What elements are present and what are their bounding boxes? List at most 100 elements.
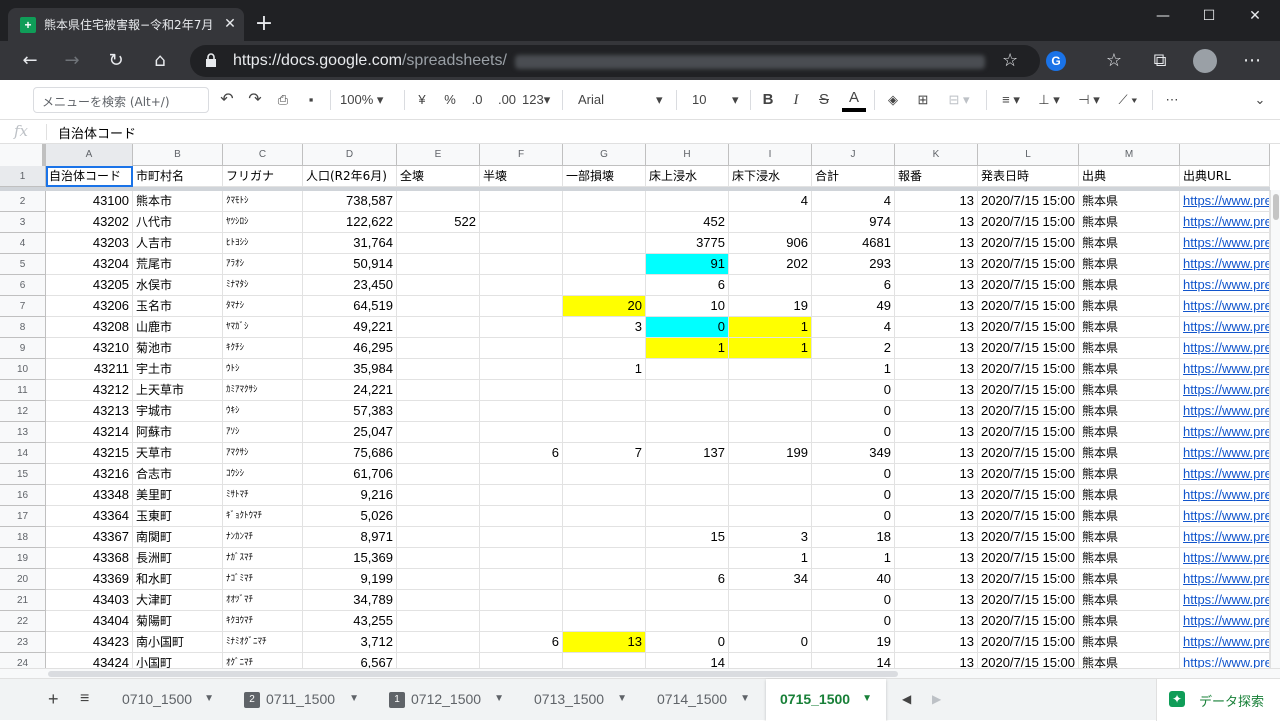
table-cell[interactable] bbox=[646, 548, 729, 569]
table-cell[interactable]: 9,216 bbox=[303, 485, 397, 506]
table-cell[interactable] bbox=[397, 422, 480, 443]
table-cell[interactable] bbox=[480, 380, 563, 401]
formula-input[interactable]: 自治体コード bbox=[58, 123, 136, 142]
home-icon[interactable]: ⌂ bbox=[146, 47, 174, 75]
row-header[interactable]: 24 bbox=[0, 653, 46, 669]
table-cell[interactable] bbox=[729, 380, 812, 401]
table-cell[interactable]: ﾔﾂｼﾛｼ bbox=[223, 212, 303, 233]
column-header[interactable]: A bbox=[46, 144, 133, 166]
table-cell[interactable]: 43368 bbox=[46, 548, 133, 569]
table-cell[interactable]: 0 bbox=[812, 506, 895, 527]
table-cell[interactable]: 13 bbox=[895, 317, 978, 338]
table-cell[interactable] bbox=[480, 359, 563, 380]
table-cell[interactable] bbox=[563, 380, 646, 401]
table-cell[interactable]: 3775 bbox=[646, 233, 729, 254]
table-cell[interactable]: 13 bbox=[563, 632, 646, 653]
table-cell[interactable]: 熊本県 bbox=[1079, 485, 1180, 506]
table-cell[interactable]: https://www.pre bbox=[1180, 653, 1270, 669]
table-cell[interactable] bbox=[563, 275, 646, 296]
table-cell[interactable]: 13 bbox=[895, 296, 978, 317]
table-cell[interactable]: 菊池市 bbox=[133, 338, 223, 359]
table-cell[interactable]: 43216 bbox=[46, 464, 133, 485]
table-cell[interactable]: 349 bbox=[812, 443, 895, 464]
table-cell[interactable]: 宇城市 bbox=[133, 401, 223, 422]
table-cell[interactable]: 13 bbox=[895, 191, 978, 212]
table-cell[interactable]: 13 bbox=[895, 233, 978, 254]
row-header[interactable]: 22 bbox=[0, 611, 46, 632]
menu-dots-icon[interactable]: ⋯ bbox=[1238, 47, 1266, 75]
table-cell[interactable]: 長洲町 bbox=[133, 548, 223, 569]
table-cell[interactable]: 人吉市 bbox=[133, 233, 223, 254]
avatar[interactable] bbox=[1193, 49, 1217, 73]
table-cell[interactable]: 6 bbox=[480, 632, 563, 653]
table-cell[interactable]: 2020/7/15 15:00 bbox=[978, 422, 1079, 443]
table-cell[interactable] bbox=[397, 653, 480, 669]
table-cell[interactable]: 202 bbox=[729, 254, 812, 275]
table-cell[interactable]: 43202 bbox=[46, 212, 133, 233]
table-cell[interactable]: 9,199 bbox=[303, 569, 397, 590]
table-cell[interactable]: ｶﾐｱﾏｸｻｼ bbox=[223, 380, 303, 401]
column-title[interactable]: 床下浸水 bbox=[729, 166, 812, 187]
chevron-down-icon[interactable]: ▼ bbox=[349, 679, 359, 719]
table-cell[interactable]: 293 bbox=[812, 254, 895, 275]
table-cell[interactable]: https://www.pre bbox=[1180, 296, 1270, 317]
table-cell[interactable]: 1 bbox=[729, 338, 812, 359]
table-cell[interactable] bbox=[729, 611, 812, 632]
table-cell[interactable]: 1 bbox=[563, 359, 646, 380]
table-cell[interactable] bbox=[729, 590, 812, 611]
table-cell[interactable]: 34,789 bbox=[303, 590, 397, 611]
table-cell[interactable]: 43206 bbox=[46, 296, 133, 317]
table-cell[interactable] bbox=[563, 212, 646, 233]
column-header[interactable]: K bbox=[895, 144, 978, 166]
bookmark-star-icon[interactable]: ☆ bbox=[1002, 50, 1018, 71]
table-cell[interactable]: 熊本県 bbox=[1079, 506, 1180, 527]
new-tab-button[interactable]: + bbox=[252, 12, 276, 36]
table-cell[interactable]: 熊本県 bbox=[1079, 317, 1180, 338]
sheet-tab[interactable]: 0710_1500 ▼ bbox=[108, 679, 228, 721]
table-cell[interactable] bbox=[397, 569, 480, 590]
table-cell[interactable] bbox=[397, 380, 480, 401]
more-options-button[interactable]: ⋯ bbox=[1160, 88, 1184, 112]
table-cell[interactable] bbox=[480, 422, 563, 443]
table-cell[interactable]: 0 bbox=[729, 632, 812, 653]
explore-button[interactable]: ✦ データ探索 bbox=[1156, 679, 1280, 721]
table-cell[interactable]: 2020/7/15 15:00 bbox=[978, 653, 1079, 669]
table-cell[interactable]: 熊本県 bbox=[1079, 422, 1180, 443]
table-cell[interactable]: 49,221 bbox=[303, 317, 397, 338]
table-cell[interactable]: 34 bbox=[729, 569, 812, 590]
table-cell[interactable] bbox=[563, 191, 646, 212]
table-cell[interactable]: https://www.pre bbox=[1180, 485, 1270, 506]
column-title[interactable]: 一部損壊 bbox=[563, 166, 646, 187]
table-cell[interactable]: 43205 bbox=[46, 275, 133, 296]
chevron-down-icon[interactable]: ▼ bbox=[204, 679, 214, 719]
table-cell[interactable]: 14 bbox=[646, 653, 729, 669]
table-cell[interactable]: 13 bbox=[895, 527, 978, 548]
table-cell[interactable]: 2020/7/15 15:00 bbox=[978, 275, 1079, 296]
table-cell[interactable]: 熊本県 bbox=[1079, 632, 1180, 653]
table-cell[interactable] bbox=[563, 401, 646, 422]
table-cell[interactable]: 2020/7/15 15:00 bbox=[978, 443, 1079, 464]
row-header[interactable]: 11 bbox=[0, 380, 46, 401]
table-cell[interactable]: 0 bbox=[812, 590, 895, 611]
table-cell[interactable]: 熊本県 bbox=[1079, 527, 1180, 548]
row-header[interactable]: 18 bbox=[0, 527, 46, 548]
table-cell[interactable]: 13 bbox=[895, 632, 978, 653]
table-cell[interactable] bbox=[397, 191, 480, 212]
scroll-thumb[interactable] bbox=[1273, 194, 1279, 220]
table-cell[interactable]: 熊本県 bbox=[1079, 443, 1180, 464]
table-cell[interactable] bbox=[480, 548, 563, 569]
browser-tab[interactable]: + 熊本県住宅被害報−令和2年7月豪 ✕ bbox=[8, 8, 244, 41]
table-cell[interactable]: ﾀﾏﾅｼ bbox=[223, 296, 303, 317]
table-cell[interactable]: 熊本県 bbox=[1079, 338, 1180, 359]
table-cell[interactable]: 61,706 bbox=[303, 464, 397, 485]
table-cell[interactable] bbox=[646, 464, 729, 485]
table-cell[interactable] bbox=[729, 464, 812, 485]
table-cell[interactable]: 43367 bbox=[46, 527, 133, 548]
table-cell[interactable]: ﾅｶﾞｽﾏﾁ bbox=[223, 548, 303, 569]
row-header[interactable]: 7 bbox=[0, 296, 46, 317]
table-cell[interactable] bbox=[729, 653, 812, 669]
table-cell[interactable] bbox=[397, 485, 480, 506]
table-cell[interactable]: https://www.pre bbox=[1180, 401, 1270, 422]
scroll-tabs-left-icon[interactable]: ◀ bbox=[896, 679, 920, 721]
column-header[interactable]: F bbox=[480, 144, 563, 166]
